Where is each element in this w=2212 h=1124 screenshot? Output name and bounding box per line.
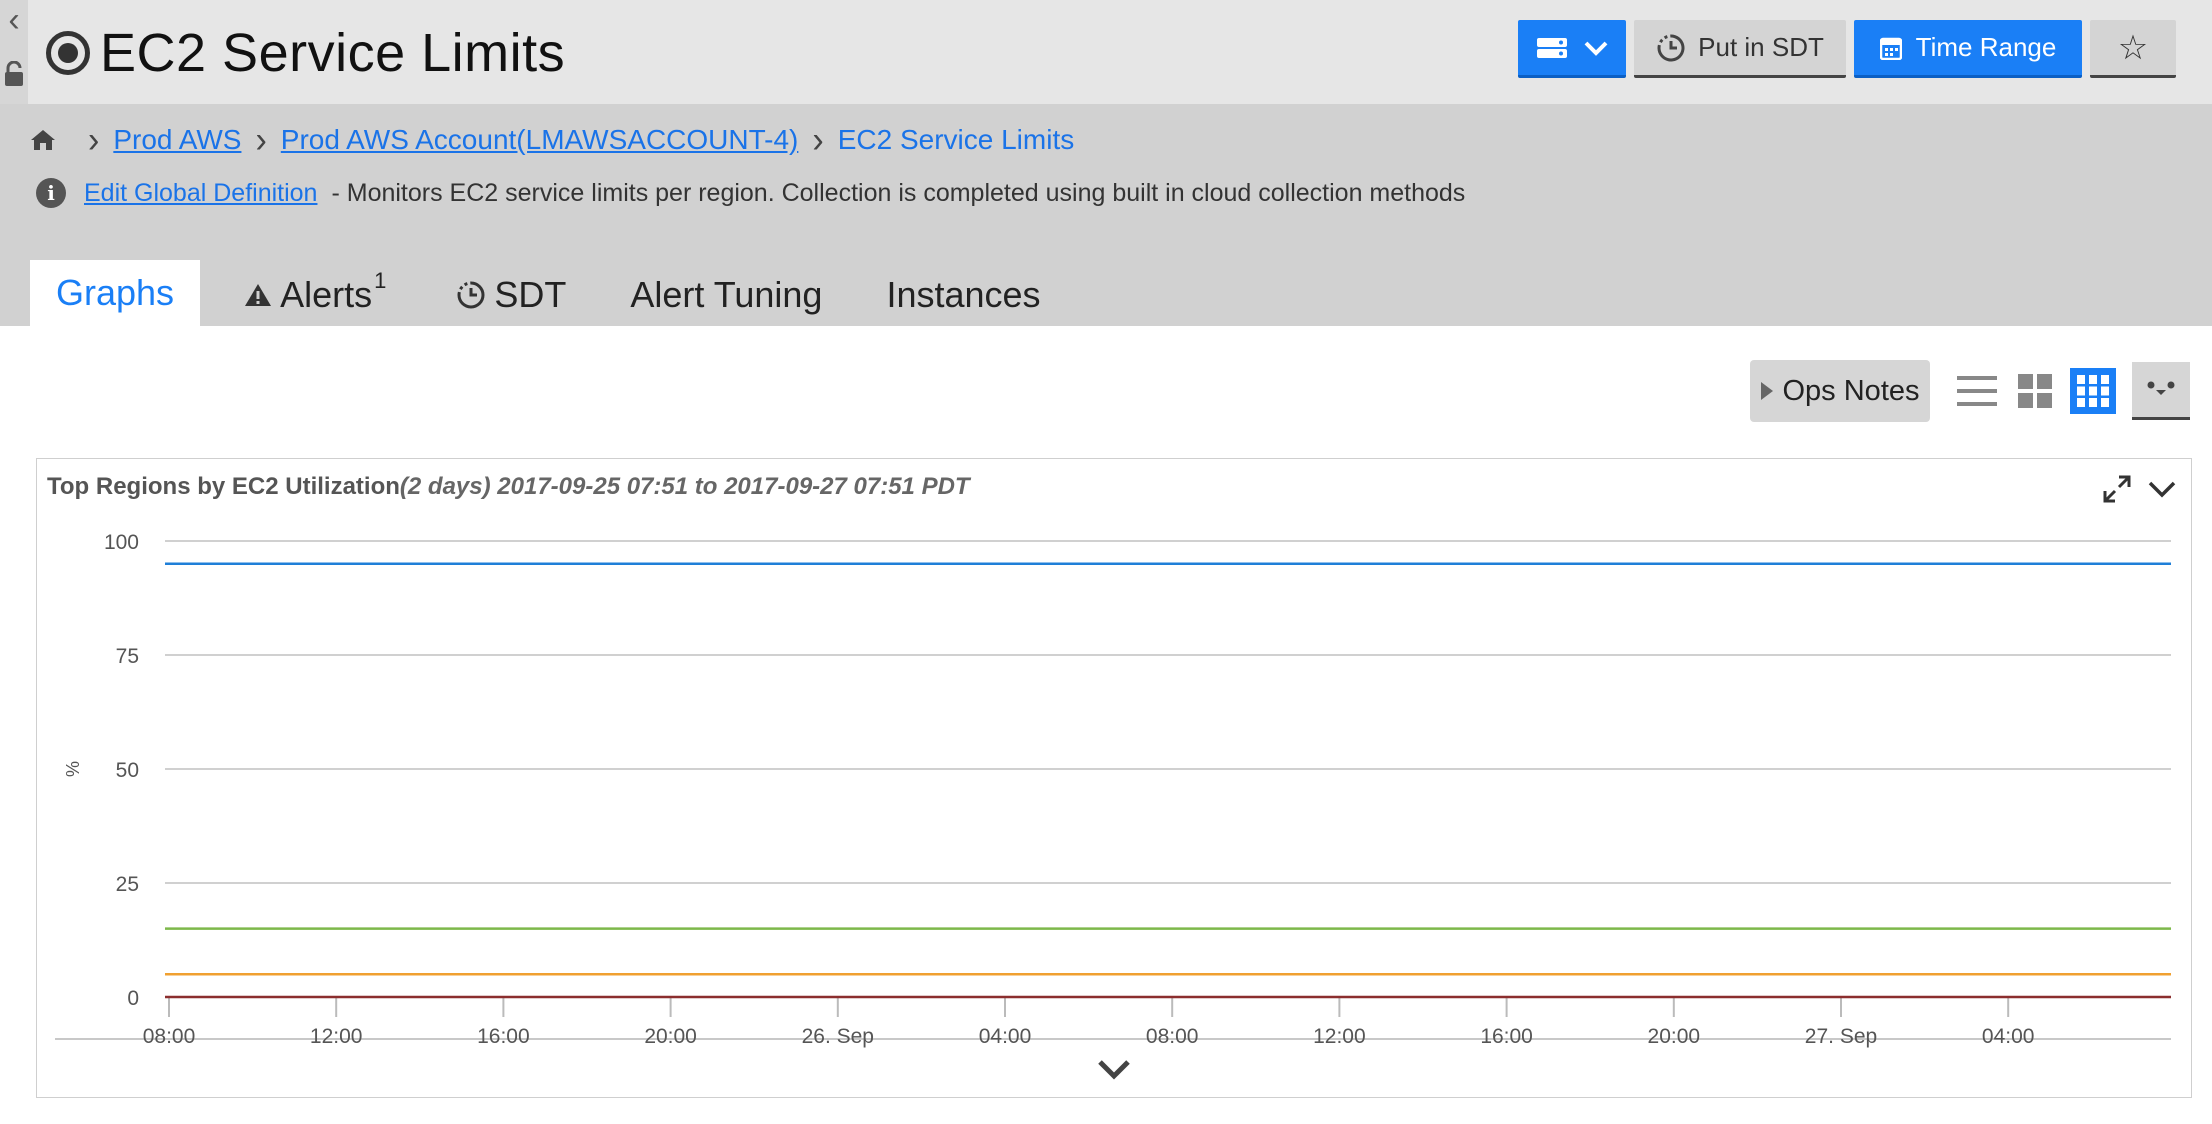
tab-instances-label: Instances bbox=[886, 274, 1041, 315]
radio-status-icon bbox=[46, 31, 90, 75]
chevron-right-icon: › bbox=[88, 118, 100, 161]
sdt-clock-icon bbox=[456, 280, 486, 310]
datasource-description: i Edit Global Definition - Monitors EC2 … bbox=[36, 178, 1465, 208]
header-buttons: Put in SDT Time Range ☆ bbox=[1518, 20, 2176, 78]
sdt-clock-icon bbox=[1657, 34, 1685, 61]
put-in-sdt-label: Put in SDT bbox=[1698, 32, 1824, 62]
tab-alert-tuning-label: Alert Tuning bbox=[630, 274, 823, 315]
page-title: EC2 Service Limits bbox=[100, 23, 566, 83]
time-range-button[interactable]: Time Range bbox=[1854, 20, 2082, 78]
breadcrumb-link-prod-aws[interactable]: Prod AWS bbox=[113, 124, 241, 156]
list-view-button[interactable] bbox=[1954, 368, 2000, 414]
lock-icon[interactable] bbox=[0, 52, 28, 96]
x-tick-label: 20:00 bbox=[644, 1025, 697, 1048]
tab-sdt[interactable]: SDT bbox=[430, 264, 592, 326]
more-options-button[interactable] bbox=[2132, 362, 2190, 420]
favorite-star-button[interactable]: ☆ bbox=[2090, 20, 2176, 78]
two-column-view-button[interactable] bbox=[2012, 368, 2058, 414]
tab-alert-tuning[interactable]: Alert Tuning bbox=[604, 264, 848, 326]
tab-alerts[interactable]: Alerts 1 bbox=[218, 264, 412, 326]
list-icon bbox=[1957, 376, 1997, 406]
y-tick-label: 75 bbox=[116, 645, 139, 668]
graph-panel: Top Regions by EC2 Utilization(2 days) 2… bbox=[36, 458, 2192, 1098]
tab-alerts-label: Alerts bbox=[280, 274, 373, 315]
breadcrumb-current[interactable]: EC2 Service Limits bbox=[838, 124, 1075, 156]
left-rail: ‹ bbox=[0, 0, 28, 110]
put-in-sdt-button[interactable]: Put in SDT bbox=[1634, 20, 1846, 78]
edit-global-definition-link[interactable]: Edit Global Definition bbox=[84, 179, 317, 208]
tab-graphs[interactable]: Graphs bbox=[30, 260, 201, 326]
y-axis-label: % bbox=[63, 761, 83, 777]
y-tick-label: 100 bbox=[104, 531, 139, 554]
x-tick-label: 12:00 bbox=[310, 1025, 363, 1048]
x-tick-label: 04:00 bbox=[979, 1025, 1032, 1048]
x-tick-label: 12:00 bbox=[1313, 1025, 1366, 1048]
info-icon: i bbox=[36, 178, 66, 208]
y-tick-label: 0 bbox=[127, 987, 139, 1010]
x-tick-label: 27. Sep bbox=[1805, 1025, 1877, 1048]
x-tick-label: 16:00 bbox=[477, 1025, 530, 1048]
star-icon: ☆ bbox=[2117, 28, 2149, 67]
ops-notes-label: Ops Notes bbox=[1782, 374, 1920, 407]
line-chart: 0 25 50 75 100% 08:00 12:00 16:00 20:00 26. Sep 04… bbox=[55, 531, 2171, 1048]
x-tick-label: 08:00 bbox=[143, 1025, 196, 1048]
chevron-down-icon bbox=[1584, 41, 1608, 56]
collapse-chevron-icon[interactable] bbox=[1097, 1059, 1131, 1081]
tab-bar: Graphs Alerts 1 SDT Alert Tuning Instanc… bbox=[30, 260, 1067, 326]
tab-sdt-label: SDT bbox=[494, 274, 567, 315]
page-header: EC2 Service Limits Put in SDT Time Range… bbox=[28, 0, 2212, 104]
warning-icon bbox=[244, 282, 272, 308]
time-range-label: Time Range bbox=[1915, 32, 2057, 62]
device-menu-button[interactable] bbox=[1518, 20, 1626, 78]
x-tick-label: 16:00 bbox=[1480, 1025, 1533, 1048]
grid-2x2-icon bbox=[2018, 374, 2052, 408]
chevron-right-icon: › bbox=[255, 118, 267, 161]
more-dots-icon bbox=[2147, 381, 2175, 395]
y-tick-label: 50 bbox=[116, 759, 139, 782]
x-tick-label: 26. Sep bbox=[802, 1025, 874, 1048]
server-icon bbox=[1537, 37, 1567, 58]
chevron-right-icon: › bbox=[812, 118, 824, 161]
graph-toolbar: Ops Notes bbox=[1750, 360, 2190, 422]
grid-3x3-icon bbox=[2077, 375, 2109, 407]
three-column-view-button[interactable] bbox=[2070, 368, 2116, 414]
calendar-icon bbox=[1879, 37, 1902, 60]
collapse-sidebar-icon[interactable]: ‹ bbox=[0, 0, 28, 40]
y-tick-label: 25 bbox=[116, 873, 139, 896]
home-icon[interactable] bbox=[30, 128, 60, 152]
breadcrumb: › Prod AWS › Prod AWS Account(LMAWSACCOU… bbox=[30, 118, 1075, 161]
x-tick-label: 08:00 bbox=[1146, 1025, 1199, 1048]
x-tick-label: 20:00 bbox=[1648, 1025, 1701, 1048]
breadcrumb-bar: › Prod AWS › Prod AWS Account(LMAWSACCOU… bbox=[0, 104, 2212, 326]
tab-instances[interactable]: Instances bbox=[860, 264, 1066, 326]
alerts-count-badge: 1 bbox=[374, 268, 387, 293]
x-tick-label: 04:00 bbox=[1982, 1025, 2035, 1048]
tab-graphs-label: Graphs bbox=[56, 272, 175, 313]
ops-notes-button[interactable]: Ops Notes bbox=[1750, 360, 1930, 422]
breadcrumb-link-aws-account[interactable]: Prod AWS Account(LMAWSACCOUNT-4) bbox=[281, 124, 799, 156]
play-triangle-icon bbox=[1760, 382, 1773, 400]
title-wrap: EC2 Service Limits bbox=[46, 22, 565, 84]
description-text: - Monitors EC2 service limits per region… bbox=[331, 178, 1466, 207]
